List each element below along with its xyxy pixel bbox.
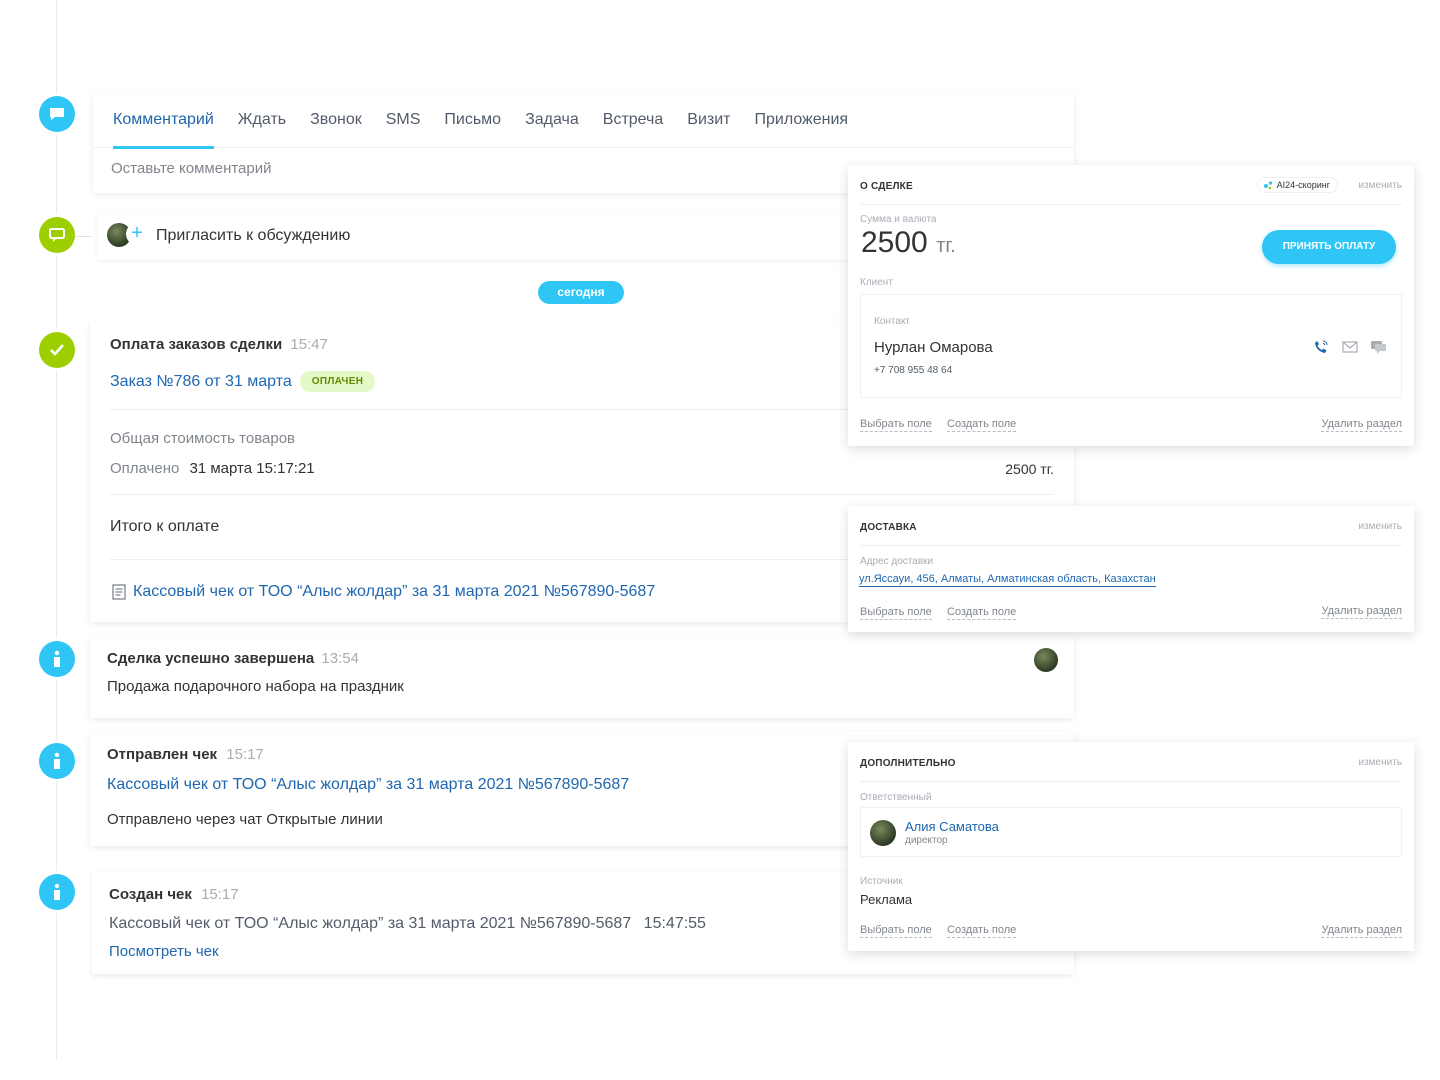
check-created-text: Кассовый чек от ТОО “Алыс жолдар” за 31 … [109,915,632,932]
change-link[interactable]: изменить [1358,757,1402,768]
section-title: доставка [860,522,917,533]
divider [860,204,1402,205]
today-badge: сегодня [538,281,624,304]
tab-sms[interactable]: SMS [386,92,421,148]
source-label: Источник [860,876,903,887]
payment-title: Оплата заказов сделки [110,336,283,353]
responsible-label: Ответственный [860,792,932,803]
info-icon [39,874,75,910]
choose-field-link[interactable]: Выбрать поле [860,924,932,938]
paid-label: Оплачено [110,460,180,477]
check-created-text-time: 15:47:55 [643,915,706,932]
receipt-icon [112,584,126,600]
plus-icon[interactable]: + [126,223,148,245]
choose-field-link[interactable]: Выбрать поле [860,418,932,432]
mail-icon[interactable] [1342,341,1358,353]
deal-done-text: Продажа подарочного набора на праздник [107,678,404,695]
comment-input[interactable]: Оставьте комментарий [111,160,272,177]
view-check-link[interactable]: Посмотреть чек [109,943,219,960]
payment-time: 15:47 [290,336,328,353]
contact-name[interactable]: Нурлан Омарова [874,339,993,356]
create-field-link[interactable]: Создать поле [947,606,1017,620]
receipt-link[interactable]: Кассовый чек от ТОО “Алыс жолдар” за 31 … [133,583,655,601]
timeline-stage: Комментарий Ждать Звонок SMS Письмо Зада… [0,0,1440,1080]
chat-icon[interactable] [1370,340,1387,355]
tab-email[interactable]: Письмо [444,92,501,148]
tab-comment[interactable]: Комментарий [113,92,214,149]
check-created-title: Создан чек [109,886,192,903]
divider [860,545,1402,546]
total-label: Общая стоимость товаров [110,430,296,447]
invite-bar[interactable]: + Пригласить к обсуждению [97,212,857,260]
create-field-link[interactable]: Создать поле [947,418,1017,432]
activity-tabs: Комментарий Ждать Звонок SMS Письмо Зада… [93,92,1074,149]
deal-done-title: Сделка успешно завершена [107,650,315,667]
check-icon [39,332,75,368]
contact-label: Контакт [874,316,911,327]
section-title: дополнительно [860,758,956,769]
deal-amount: 2500 [861,226,928,259]
chat-icon [39,217,75,253]
delete-section-link[interactable]: Удалить раздел [1321,924,1402,938]
deal-currency: тг. [936,235,956,257]
check-created-time: 15:17 [201,886,239,903]
create-field-link[interactable]: Создать поле [947,924,1017,938]
accept-payment-button[interactable]: принять оплату [1262,230,1396,264]
comment-icon [39,96,75,132]
tab-meeting[interactable]: Встреча [603,92,664,148]
contact-phone[interactable]: +7 708 955 48 64 [874,365,952,376]
invite-label: Пригласить к обсуждению [156,227,351,244]
change-link[interactable]: изменить [1358,521,1402,532]
source-value: Реклама [860,892,913,907]
avatar[interactable] [1034,648,1058,672]
tab-task[interactable]: Задача [525,92,579,148]
paid-datetime: 31 марта 15:17:21 [189,460,315,477]
check-sent-text: Отправлено через чат Открытые линии [107,811,383,828]
ai-icon [1263,181,1272,190]
tab-visit[interactable]: Визит [687,92,730,148]
choose-field-link[interactable]: Выбрать поле [860,606,932,620]
address-label: Адрес доставки [860,556,934,567]
status-badge: ОПЛАЧЕН [299,371,376,392]
change-link[interactable]: изменить [1358,180,1402,191]
check-sent-title: Отправлен чек [107,746,218,763]
additional-panel: дополнительно изменить Ответственный Али… [848,742,1414,951]
order-link[interactable]: Заказ №786 от 31 марта [110,373,292,391]
info-icon [39,641,75,677]
ai-scoring-badge[interactable]: AI24-скоринг [1256,177,1338,193]
tab-call[interactable]: Звонок [310,92,362,148]
tab-wait[interactable]: Ждать [238,92,286,148]
due-label: Итого к оплате [110,518,220,535]
delivery-panel: доставка изменить Адрес доставки ул.Ясса… [848,506,1414,632]
divider [110,494,1054,495]
divider [860,781,1402,782]
delete-section-link[interactable]: Удалить раздел [1321,418,1402,432]
responsible-name[interactable]: Алия Саматова [905,819,999,834]
avatar [870,820,896,846]
check-sent-link[interactable]: Кассовый чек от ТОО “Алыс жолдар” за 31 … [107,776,629,794]
responsible-card[interactable]: Алия Саматова директор [860,807,1402,857]
phone-icon[interactable] [1313,339,1329,355]
connector [75,236,91,237]
client-label: Клиент [860,277,893,288]
info-icon [39,743,75,779]
delivery-address-link[interactable]: ул.Яссауи, 456, Алматы, Алматинская обла… [859,573,1156,587]
deal-done-card: Сделка успешно завершена 13:54 Продажа п… [90,636,1074,718]
paid-amount: 2500 тг. [1005,461,1054,477]
tab-apps[interactable]: Приложения [754,92,848,148]
section-title: о сделке [860,181,913,192]
contact-card: Контакт Нурлан Омарова +7 708 955 48 64 [860,294,1402,398]
responsible-role: директор [905,835,948,846]
check-sent-time: 15:17 [226,746,264,763]
delete-section-link[interactable]: Удалить раздел [1321,605,1402,619]
sum-label: Сумма и валюта [860,214,937,225]
deal-done-time: 13:54 [321,650,359,667]
about-deal-panel: о сделке AI24-скоринг изменить Сумма и в… [848,165,1414,446]
